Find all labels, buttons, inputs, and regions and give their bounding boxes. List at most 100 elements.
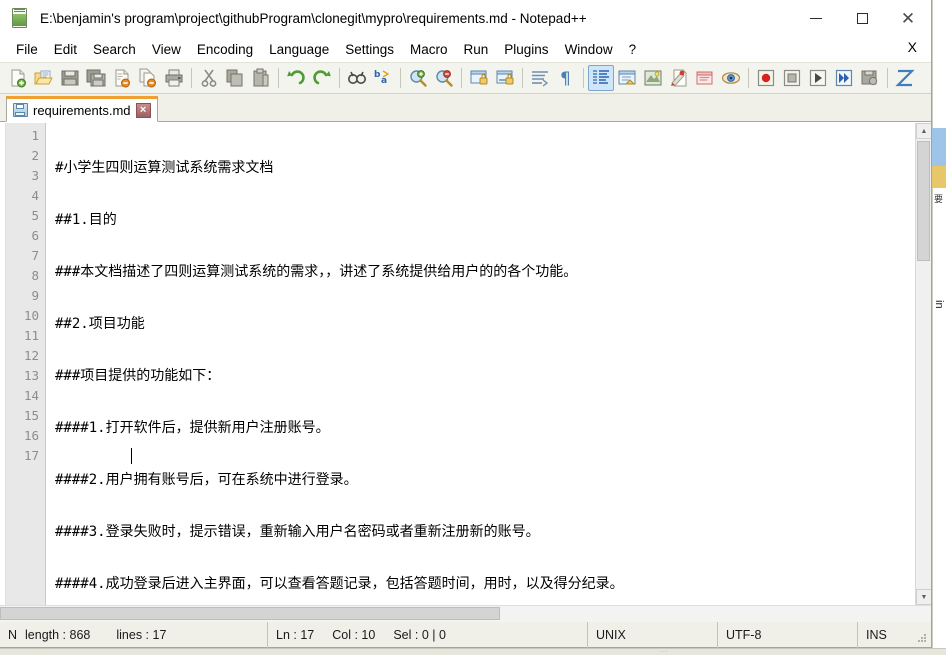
show-all-characters-icon[interactable]: ¶ <box>553 65 579 91</box>
status-ln: Ln : 17 <box>276 627 315 642</box>
notepad-plus-plus-window: E:\benjamin's program\project\githubProg… <box>0 0 932 648</box>
paste-icon[interactable] <box>248 65 274 91</box>
document-preview-icon[interactable] <box>718 65 744 91</box>
status-encoding[interactable]: UTF-8 <box>718 621 858 648</box>
background-blue-strip <box>932 128 946 166</box>
show-document-map-icon[interactable] <box>640 65 666 91</box>
close-all-files-icon[interactable] <box>135 65 161 91</box>
status-doc-type: N <box>8 627 18 642</box>
line-number: 12 <box>23 348 39 363</box>
menu-help[interactable]: ? <box>621 40 645 59</box>
code-line: ####4.成功登录后进入主界面，可以查看答题记录，包括答题时间，用时，以及得分… <box>55 576 624 592</box>
tab-requirements-md[interactable]: requirements.md × <box>6 96 158 122</box>
zoom-in-icon[interactable] <box>405 65 431 91</box>
horizontal-scroll-thumb[interactable] <box>0 606 500 620</box>
line-number: 15 <box>23 408 39 423</box>
status-eol-format[interactable]: UNIX <box>588 621 718 648</box>
word-wrap-icon[interactable] <box>527 65 553 91</box>
svg-text:b: b <box>374 70 381 80</box>
horizontal-scroll-track[interactable] <box>0 605 931 622</box>
tab-label: requirements.md <box>33 102 131 118</box>
code-line: ##1.目的 <box>55 212 117 228</box>
show-function-list-icon[interactable] <box>666 65 692 91</box>
status-length: length : 868 <box>25 627 91 642</box>
replace-icon[interactable]: b a <box>370 65 396 91</box>
new-file-icon[interactable] <box>5 65 31 91</box>
minimize-button[interactable] <box>793 0 839 36</box>
status-document-info: N length : 868 lines : 17 <box>0 621 268 648</box>
menu-plugins[interactable]: Plugins <box>496 40 556 59</box>
show-folder-as-workspace-icon[interactable] <box>692 65 718 91</box>
maximize-button[interactable] <box>839 0 885 36</box>
menu-run[interactable]: Run <box>456 40 497 59</box>
toolbar-separator <box>278 68 279 88</box>
menu-view[interactable]: View <box>144 40 189 59</box>
menu-settings[interactable]: Settings <box>337 40 402 59</box>
save-all-icon[interactable] <box>83 65 109 91</box>
maximize-icon <box>856 12 868 24</box>
saved-document-icon <box>13 103 28 117</box>
line-number: 10 <box>23 308 39 323</box>
horizontal-scrollbar[interactable] <box>0 605 931 622</box>
save-current-macro-icon[interactable] <box>857 65 883 91</box>
menu-window[interactable]: Window <box>557 40 621 59</box>
menu-macro[interactable]: Macro <box>402 40 456 59</box>
undo-icon[interactable] <box>283 65 309 91</box>
playback-macro-icon[interactable] <box>805 65 831 91</box>
resize-grip-icon[interactable] <box>917 633 928 644</box>
toolbar-separator <box>748 68 749 88</box>
open-file-icon[interactable] <box>31 65 57 91</box>
show-indent-guide-icon[interactable] <box>588 65 614 91</box>
scroll-up-arrow[interactable]: ▲ <box>916 123 931 139</box>
vertical-scroll-thumb[interactable] <box>917 141 930 261</box>
window-title: E:\benjamin's program\project\githubProg… <box>40 10 587 26</box>
close-button[interactable]: ✕ <box>885 0 931 36</box>
print-icon[interactable] <box>161 65 187 91</box>
line-number: 5 <box>31 208 39 223</box>
scroll-down-arrow[interactable]: ▼ <box>916 589 931 605</box>
menu-file[interactable]: File <box>8 40 46 59</box>
menu-search[interactable]: Search <box>85 40 144 59</box>
toolbar: b a ¶ <box>0 62 931 94</box>
line-number: 7 <box>31 248 39 263</box>
menu-language[interactable]: Language <box>261 40 337 59</box>
user-defined-dialog-icon[interactable] <box>614 65 640 91</box>
close-document-button[interactable]: X <box>908 39 917 55</box>
code-line: ####2.用户拥有账号后，可在系统中进行登录。 <box>55 472 358 488</box>
line-number: 13 <box>23 368 39 383</box>
code-line: ###项目提供的功能如下： <box>55 368 221 384</box>
run-macro-multiple-times-icon[interactable] <box>831 65 857 91</box>
vertical-scrollbar[interactable]: ▲ ▼ <box>915 123 931 605</box>
desktop-background-bottom: ... <box>0 645 946 655</box>
find-icon[interactable] <box>344 65 370 91</box>
code-text-area[interactable]: #小学生四则运算测试系统需求文档 ##1.目的 ###本文档描述了四则运算测试系… <box>46 123 915 605</box>
sync-horizontal-scrolling-icon[interactable] <box>492 65 518 91</box>
close-file-icon[interactable] <box>109 65 135 91</box>
svg-text:a: a <box>381 76 387 86</box>
sync-vertical-scrolling-icon[interactable] <box>466 65 492 91</box>
menu-edit[interactable]: Edit <box>46 40 85 59</box>
line-number: 1 <box>31 128 39 143</box>
redo-icon[interactable] <box>309 65 335 91</box>
copy-icon[interactable] <box>222 65 248 91</box>
status-lines: lines : 17 <box>116 627 167 642</box>
line-number: 17 <box>23 448 39 463</box>
line-number: 9 <box>31 288 39 303</box>
tab-close-icon[interactable]: × <box>135 102 151 118</box>
line-number-gutter: 1 2 3 4 5 6 7 8 9 10 11 12 13 14 15 16 1… <box>6 123 46 605</box>
cut-icon[interactable] <box>196 65 222 91</box>
menu-bar: File Edit Search View Encoding Language … <box>0 36 931 62</box>
stop-record-macro-icon[interactable] <box>779 65 805 91</box>
zoom-out-icon[interactable] <box>431 65 457 91</box>
line-number: 8 <box>31 268 39 283</box>
toolbar-separator <box>400 68 401 88</box>
notepad-plus-plus-icon <box>10 7 32 29</box>
save-icon[interactable] <box>57 65 83 91</box>
toolbar-separator <box>583 68 584 88</box>
start-record-macro-icon[interactable] <box>753 65 779 91</box>
show-npp-console-icon[interactable] <box>892 65 918 91</box>
toolbar-separator <box>191 68 192 88</box>
editor-area: 1 2 3 4 5 6 7 8 9 10 11 12 13 14 15 16 1… <box>0 122 931 605</box>
code-line: ####3.登录失败时，提示错误，重新输入用户名密码或者重新注册新的账号。 <box>55 524 540 540</box>
menu-encoding[interactable]: Encoding <box>189 40 261 59</box>
